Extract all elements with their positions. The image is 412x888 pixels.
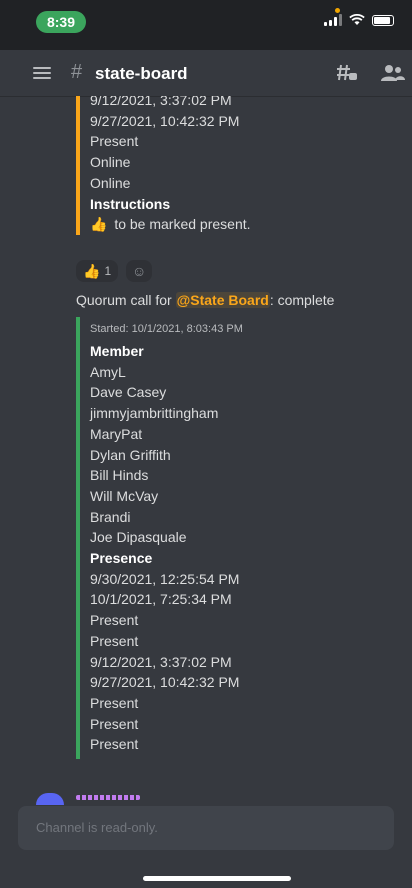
message-composer: Channel is read-only. <box>18 806 394 850</box>
embed-line: Online <box>90 174 131 191</box>
presence-value: 9/12/2021, 3:37:02 PM <box>90 653 232 670</box>
next-message-author[interactable] <box>76 795 140 800</box>
status-bar: 8:39 <box>0 0 412 50</box>
embed-line: 9/12/2021, 3:37:02 PM <box>90 96 232 108</box>
presence-value: Present <box>90 736 139 753</box>
role-mention[interactable]: @State Board <box>175 292 270 308</box>
add-reaction-icon[interactable]: ☺ <box>126 260 153 282</box>
embed-started-time: Started: 10/1/2021, 8:03:43 PM <box>90 323 243 335</box>
quorum-message: Quorum call for @State Board: complete <box>76 292 334 308</box>
quorum-suffix: : complete <box>269 292 335 308</box>
embed-line: Online <box>90 154 131 171</box>
message-list[interactable]: 9/12/2021, 3:37:02 PM 9/27/2021, 10:42:3… <box>0 96 412 806</box>
channel-header: # state-board <box>0 50 412 97</box>
presence-value: Present <box>90 612 139 629</box>
member-header: Member <box>90 343 144 359</box>
wifi-icon <box>349 14 365 25</box>
privacy-indicator-icon <box>335 8 340 13</box>
instruction-line: 👍 to be marked present. <box>90 214 251 235</box>
members-icon[interactable] <box>381 63 405 83</box>
threads-icon[interactable] <box>336 63 358 83</box>
reaction-count: 1 <box>104 264 112 278</box>
reaction-bar: 👍 1 ☺ <box>76 260 153 282</box>
signal-icon <box>324 14 342 26</box>
member-name: jimmyjambrittingham <box>90 405 219 422</box>
presence-embed-previous: 9/12/2021, 3:37:02 PM 9/27/2021, 10:42:3… <box>76 96 251 235</box>
embed-line: 9/27/2021, 10:42:32 PM <box>90 112 240 129</box>
member-name: AmyL <box>90 363 126 380</box>
member-name: Joe Dipasquale <box>90 529 187 546</box>
presence-header: Presence <box>90 550 153 567</box>
member-name: Dylan Griffith <box>90 446 171 463</box>
menu-icon[interactable] <box>33 67 51 79</box>
status-time: 8:39 <box>36 11 86 33</box>
thumbs-up-icon: 👍 <box>90 216 108 233</box>
read-only-notice: Channel is read-only. <box>36 820 158 835</box>
channel-hash-icon: # <box>71 61 83 83</box>
presence-value: Present <box>90 632 139 649</box>
presence-value: 10/1/2021, 7:25:34 PM <box>90 591 232 608</box>
thumbs-up-reaction[interactable]: 👍 1 <box>76 260 119 282</box>
home-indicator[interactable] <box>143 876 291 881</box>
presence-value: Present <box>90 694 139 711</box>
quorum-embed: Started: 10/1/2021, 8:03:43 PM Member Am… <box>76 317 243 760</box>
presence-value: 9/30/2021, 12:25:54 PM <box>90 570 240 587</box>
embed-section-header: Instructions <box>90 195 171 212</box>
member-name: Dave Casey <box>90 384 167 401</box>
system-icons <box>324 14 394 26</box>
member-name: MaryPat <box>90 425 143 442</box>
avatar[interactable] <box>36 793 64 805</box>
member-name: Will McVay <box>90 487 159 504</box>
member-name: Brandi <box>90 508 131 525</box>
quorum-prefix: Quorum call for <box>76 292 176 308</box>
battery-icon <box>372 14 394 26</box>
channel-title[interactable]: state-board <box>95 64 188 84</box>
member-name: Bill Hinds <box>90 467 149 484</box>
presence-value: Present <box>90 715 139 732</box>
embed-line: Present <box>90 133 139 150</box>
instruction-text: to be marked present. <box>114 216 251 233</box>
presence-value: 9/27/2021, 10:42:32 PM <box>90 674 240 691</box>
thumbs-up-icon: 👍 <box>83 262 101 279</box>
